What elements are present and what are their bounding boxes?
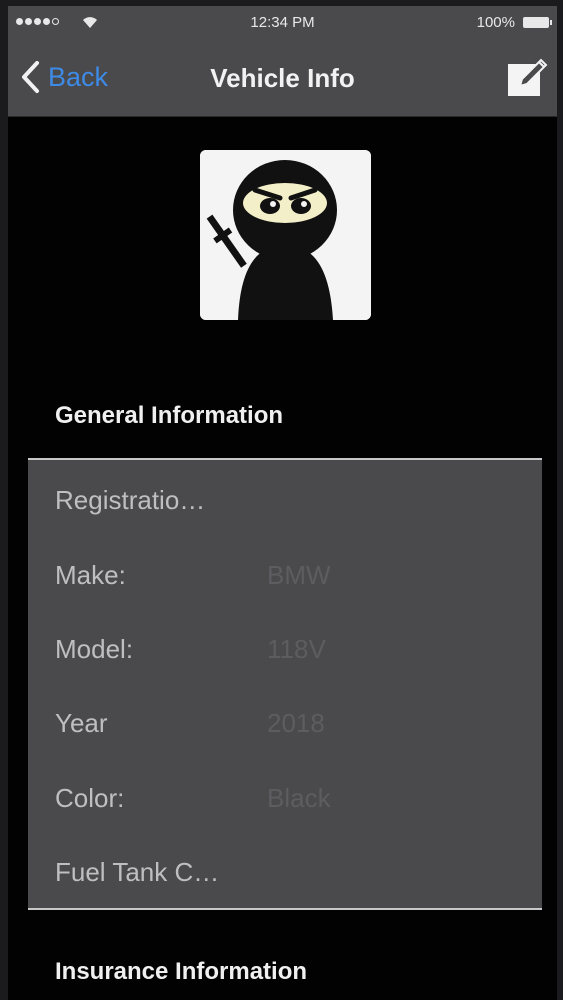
status-time: 12:34 PM xyxy=(250,14,315,31)
year-label: Year xyxy=(55,708,108,738)
general-information-panel: Registratio… Make: BMW Model: 118V Year … xyxy=(28,458,542,910)
model-value: 118V xyxy=(267,634,326,664)
color-label: Color: xyxy=(55,783,125,813)
general-information-heading: General Information xyxy=(55,402,284,429)
insurance-information-heading: Insurance Information xyxy=(55,958,308,985)
page-title: Vehicle Info xyxy=(210,63,355,93)
device-frame: 12:34 PM 100% Back Vehicle Info General … xyxy=(0,0,563,1000)
status-bar: 12:34 PM 100% xyxy=(8,6,557,38)
edit-icon[interactable] xyxy=(505,56,549,100)
make-label: Make: xyxy=(55,560,126,590)
battery-icon xyxy=(523,17,552,28)
ninja-avatar-icon xyxy=(200,150,371,320)
battery-percentage: 100% xyxy=(476,14,515,31)
make-value: BMW xyxy=(267,560,331,590)
navigation-bar: Back Vehicle Info xyxy=(8,38,557,117)
year-value: 2018 xyxy=(267,708,325,738)
model-label: Model: xyxy=(55,634,134,664)
vehicle-avatar[interactable] xyxy=(200,150,371,320)
registration-label: Registratio… xyxy=(55,485,206,515)
color-value: Black xyxy=(267,783,331,813)
app-screen: 12:34 PM 100% Back Vehicle Info General … xyxy=(8,6,557,1000)
fuel-tank-label: Fuel Tank C… xyxy=(55,857,220,887)
